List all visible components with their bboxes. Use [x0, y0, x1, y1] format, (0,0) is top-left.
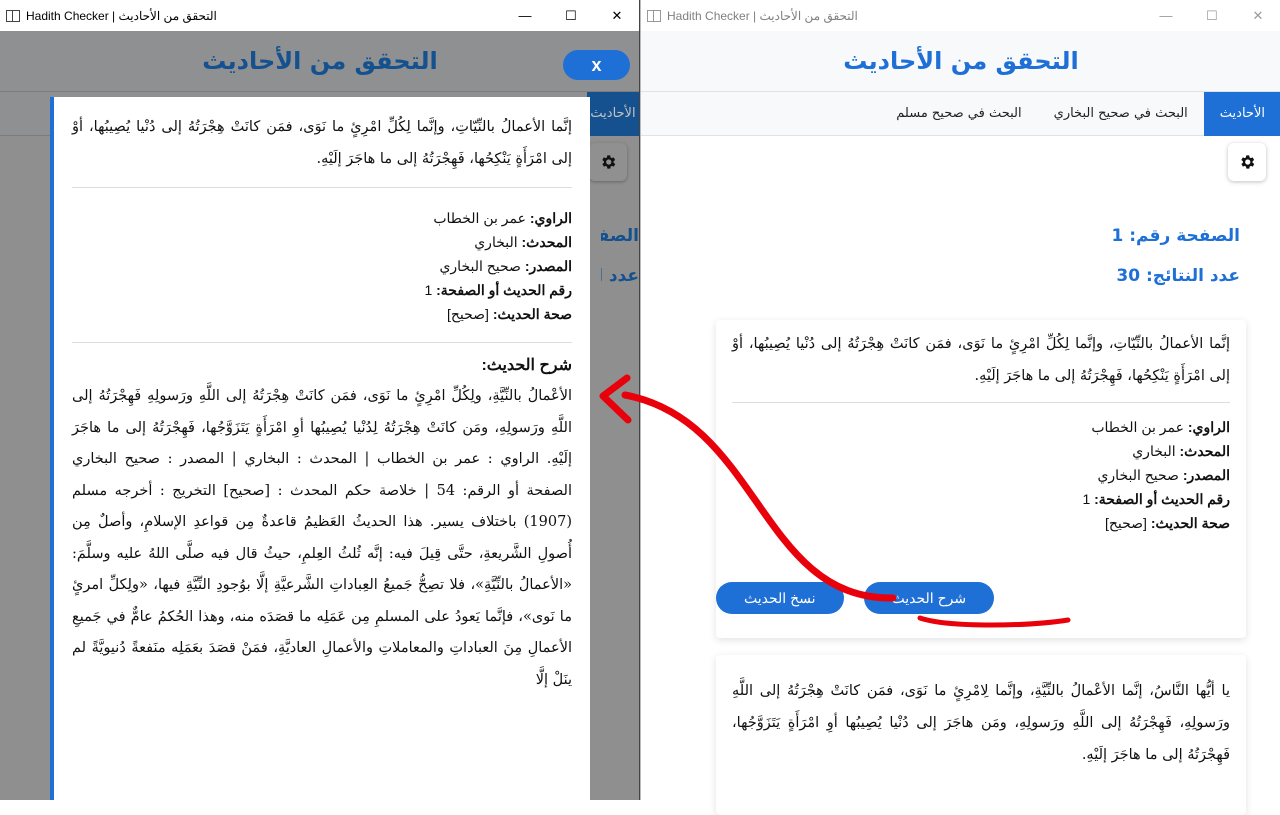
main-window: Hadith Checker | التحقق من الأحاديث — ☐ … [640, 0, 1280, 815]
scholar-row: المحدث: البخاري [1132, 443, 1230, 459]
narrator-row: الراوي: عمر بن الخطاب [433, 210, 572, 226]
window-title: Hadith Checker | التحقق من الأحاديث [667, 8, 858, 23]
explanation-window: Hadith Checker | التحقق من الأحاديث — ☐ … [0, 0, 640, 800]
minimize-button[interactable]: — [502, 0, 548, 31]
app-header: التحقق من الأحاديث [0, 31, 639, 92]
gear-icon [1241, 155, 1255, 169]
tab-hadiths[interactable]: الأحاديث [587, 92, 639, 136]
book-icon [647, 9, 661, 22]
divider [72, 187, 572, 188]
page-number: الصفحة رقم: 1 [1111, 226, 1241, 246]
settings-button[interactable] [1228, 143, 1266, 181]
explanation-text: الأعْمالُ بالنِّيَّةِ، ولِكُلِّ امْرِئٍ … [72, 388, 572, 688]
divider [732, 402, 1230, 403]
settings-button[interactable] [589, 143, 627, 181]
scholar-row: المحدث: البخاري [474, 234, 572, 250]
minimize-button[interactable]: — [1143, 0, 1189, 31]
page-number: الصفحة رقم: 1 [601, 226, 639, 246]
book-icon [6, 9, 20, 22]
hadith-card: إنَّما الأعمالُ بالنِّيّاتِ، وإنَّما لِك… [716, 320, 1246, 638]
copy-hadith-button[interactable]: نسخ الحديث [716, 582, 844, 614]
page-title: التحقق من الأحاديث [843, 47, 1079, 75]
results-count: عدد النتائج: 30 [601, 266, 639, 286]
hadith-card: يا أيُّها النَّاسُ، إنَّما الأعْمالُ بال… [716, 655, 1246, 815]
tab-search-bukhari[interactable]: البحث في صحيح البخاري [1038, 92, 1204, 136]
maximize-button[interactable]: ☐ [1189, 0, 1235, 31]
tab-hadiths[interactable]: الأحاديث [1203, 92, 1280, 136]
narrator-row: الراوي: عمر بن الخطاب [1091, 419, 1230, 435]
source-row: المصدر: صحيح البخاري [1097, 467, 1230, 483]
hadith-text: إنَّما الأعمالُ بالنِّيّاتِ، وإنَّما لِك… [732, 336, 1230, 384]
gear-icon [602, 155, 616, 169]
close-window-button[interactable]: ✕ [594, 0, 639, 31]
tab-search-muslim[interactable]: البحث في صحيح مسلم [880, 92, 1037, 136]
grade-row: صحة الحديث: [صحيح] [446, 306, 572, 322]
explanation-title: شرح الحديث: [481, 357, 572, 374]
page-title: التحقق من الأحاديث [202, 47, 438, 75]
divider [72, 342, 572, 343]
hadith-text: إنَّما الأعمالُ بالنِّيّاتِ، وإنَّما لِك… [72, 119, 572, 167]
window-title: Hadith Checker | التحقق من الأحاديث [26, 8, 217, 23]
explanation-modal: إنَّما الأعمالُ بالنِّيّاتِ، وإنَّما لِك… [50, 97, 590, 800]
hadith-text: يا أيُّها النَّاسُ، إنَّما الأعْمالُ بال… [732, 683, 1230, 763]
close-modal-button[interactable]: x [563, 50, 630, 80]
grade-row: صحة الحديث: [صحيح] [1104, 515, 1230, 531]
main-window-titlebar[interactable]: Hadith Checker | التحقق من الأحاديث — ☐ … [641, 0, 1280, 31]
app-header: التحقق من الأحاديث [641, 31, 1280, 92]
source-row: المصدر: صحيح البخاري [439, 258, 572, 274]
results-count: عدد النتائج: 30 [1116, 266, 1240, 286]
explanation-window-titlebar[interactable]: Hadith Checker | التحقق من الأحاديث — ☐ … [0, 0, 639, 31]
number-row: رقم الحديث أو الصفحة: 1 [424, 282, 572, 298]
explain-hadith-button[interactable]: شرح الحديث [863, 582, 995, 614]
close-window-button[interactable]: ✕ [1235, 0, 1280, 31]
tab-bar: الأحاديث البحث في صحيح البخاري البحث في … [641, 92, 1280, 136]
maximize-button[interactable]: ☐ [548, 0, 594, 31]
number-row: رقم الحديث أو الصفحة: 1 [1082, 491, 1230, 507]
